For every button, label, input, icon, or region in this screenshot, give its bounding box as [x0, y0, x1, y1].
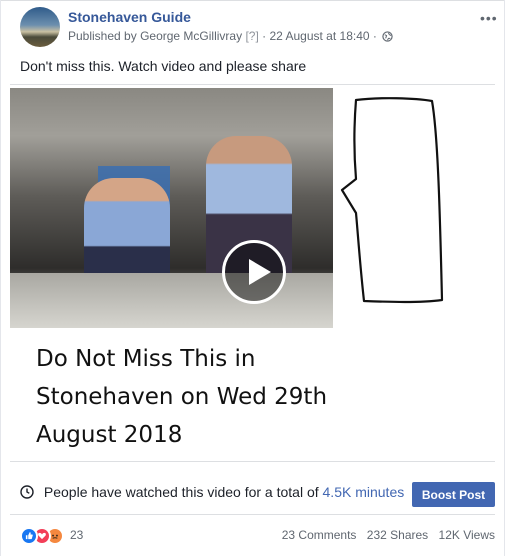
clock-icon [20, 485, 34, 499]
comments-count-link[interactable]: 23 Comments [282, 528, 357, 542]
help-marker[interactable]: [?] [245, 29, 258, 43]
meta-separator: · [262, 29, 267, 43]
speech-bubble-drawing [340, 97, 444, 304]
overlay-line: August 2018 [36, 422, 183, 448]
boost-post-button[interactable]: Boost Post [412, 482, 495, 507]
shares-count-link[interactable]: 232 Shares [367, 528, 428, 542]
post-meta: Published by George McGillivray [?] · 22… [68, 29, 393, 43]
play-icon [249, 259, 271, 285]
views-count-link[interactable]: 12K Views [439, 528, 495, 542]
media-bottom-divider [10, 461, 495, 462]
engagement-counts: 23 Comments 232 Shares 12K Views [275, 528, 495, 542]
video-thumbnail[interactable] [10, 88, 333, 328]
author-link[interactable]: George McGillivray [140, 29, 242, 43]
post-caption: Don't miss this. Watch video and please … [20, 58, 307, 74]
overlay-line: Do Not Miss This in [36, 346, 256, 372]
globe-icon[interactable] [382, 31, 393, 42]
like-icon [20, 527, 38, 545]
play-button[interactable] [222, 240, 286, 304]
top-border [0, 0, 505, 1]
published-prefix: Published by [68, 29, 137, 43]
more-options-icon[interactable]: ••• [480, 10, 498, 26]
watch-time-prefix: People have watched this video for a tot… [43, 484, 319, 500]
watch-time-minutes[interactable]: 4.5K minutes [323, 484, 405, 500]
reaction-count[interactable]: 23 [70, 528, 83, 542]
stats-divider [10, 514, 495, 515]
page-avatar[interactable] [20, 7, 60, 47]
post-timestamp[interactable]: 22 August at 18:40 [269, 29, 369, 43]
watch-time-row: People have watched this video for a tot… [20, 484, 404, 500]
overlay-line: Stonehaven on Wed 29th [36, 384, 328, 410]
video-overlay-text: Do Not Miss This in Stonehaven on Wed 29… [36, 340, 356, 454]
page-name-link[interactable]: Stonehaven Guide [68, 9, 191, 25]
left-border [0, 0, 1, 556]
meta-separator-2: · [372, 29, 377, 43]
